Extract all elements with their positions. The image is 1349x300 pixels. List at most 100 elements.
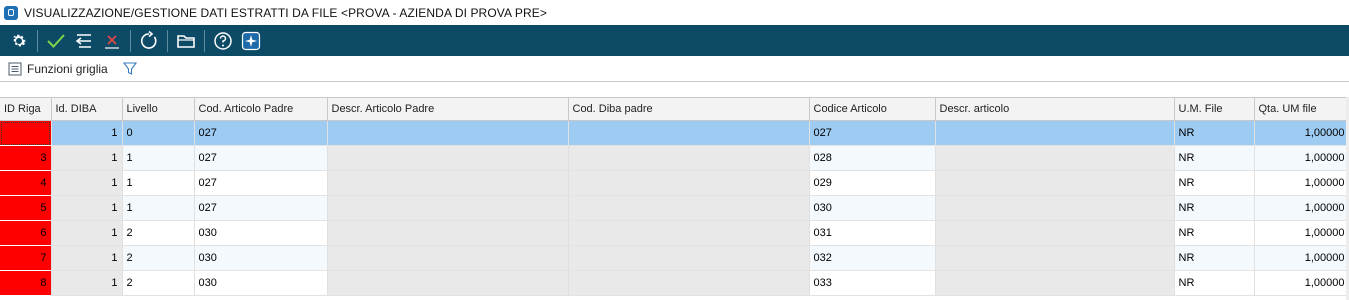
help-button[interactable] xyxy=(209,27,237,55)
qta-um-file-cell[interactable]: 1,00000 xyxy=(1254,220,1349,246)
cod-articolo-padre-cell[interactable]: 030 xyxy=(194,270,328,296)
column-header[interactable]: Descr. articolo xyxy=(935,97,1175,121)
grid-subbar: Funzioni griglia xyxy=(0,56,1349,82)
codice-articolo-cell[interactable]: 029 xyxy=(809,170,936,196)
id-riga-cell[interactable]: 8 xyxy=(0,270,52,296)
descr-articolo-padre-cell[interactable] xyxy=(327,220,569,246)
id-riga-cell[interactable]: 3 xyxy=(0,145,52,171)
id-diba-cell[interactable]: 1 xyxy=(51,195,123,221)
undo-list-button[interactable] xyxy=(70,27,98,55)
id-diba-cell[interactable]: 1 xyxy=(51,170,123,196)
um-file-cell[interactable]: NR xyxy=(1174,145,1255,171)
cod-articolo-padre-cell[interactable]: 027 xyxy=(194,145,328,171)
descr-articolo-padre-cell[interactable] xyxy=(327,195,569,221)
descr-articolo-padre-cell[interactable] xyxy=(327,170,569,196)
descr-articolo-cell[interactable] xyxy=(935,245,1175,271)
um-file-cell[interactable]: NR xyxy=(1174,170,1255,196)
codice-articolo-cell[interactable]: 033 xyxy=(809,270,936,296)
open-folder-button[interactable] xyxy=(172,27,200,55)
cod-diba-padre-cell[interactable] xyxy=(568,120,810,146)
cod-articolo-padre-cell[interactable]: 027 xyxy=(194,170,328,196)
descr-articolo-cell[interactable] xyxy=(935,145,1175,171)
column-header[interactable]: Id. DIBA xyxy=(51,97,123,121)
column-header[interactable]: Livello xyxy=(122,97,195,121)
cod-diba-padre-cell[interactable] xyxy=(568,170,810,196)
table-row[interactable]: 3 1 1 027 028 NR 1,00000 xyxy=(0,145,1349,171)
column-header[interactable]: Cod. Articolo Padre xyxy=(194,97,328,121)
refresh-icon xyxy=(141,30,157,49)
cod-diba-padre-cell[interactable] xyxy=(568,245,810,271)
codice-articolo-cell[interactable]: 027 xyxy=(809,120,936,146)
filter-button[interactable] xyxy=(122,61,143,77)
id-diba-cell[interactable]: 1 xyxy=(51,220,123,246)
column-header[interactable]: ID Riga xyxy=(0,97,52,121)
table-row[interactable]: 8 1 2 030 033 NR 1,00000 xyxy=(0,270,1349,296)
column-header[interactable]: Codice Articolo xyxy=(809,97,936,121)
livello-cell[interactable]: 2 xyxy=(122,270,195,296)
descr-articolo-cell[interactable] xyxy=(935,220,1175,246)
um-file-cell[interactable]: NR xyxy=(1174,120,1255,146)
id-riga-cell[interactable]: 7 xyxy=(0,245,52,271)
um-file-cell[interactable]: NR xyxy=(1174,270,1255,296)
column-header[interactable]: U.M. File xyxy=(1174,97,1255,121)
descr-articolo-cell[interactable] xyxy=(935,195,1175,221)
descr-articolo-padre-cell[interactable] xyxy=(327,120,569,146)
cod-diba-padre-cell[interactable] xyxy=(568,220,810,246)
qta-um-file-cell[interactable]: 1,00000 xyxy=(1254,245,1349,271)
id-diba-cell[interactable]: 1 xyxy=(51,270,123,296)
livello-cell[interactable]: 1 xyxy=(122,195,195,221)
confirm-button[interactable] xyxy=(42,27,70,55)
livello-cell[interactable]: 1 xyxy=(122,170,195,196)
id-riga-cell[interactable]: 4 xyxy=(0,170,52,196)
qta-um-file-cell[interactable]: 1,00000 xyxy=(1254,120,1349,146)
table-row[interactable]: 5 1 1 027 030 NR 1,00000 xyxy=(0,195,1349,221)
codice-articolo-cell[interactable]: 031 xyxy=(809,220,936,246)
table-row[interactable]: 6 1 2 030 031 NR 1,00000 xyxy=(0,220,1349,246)
um-file-cell[interactable]: NR xyxy=(1174,245,1255,271)
descr-articolo-cell[interactable] xyxy=(935,170,1175,196)
app-icon xyxy=(4,5,18,20)
id-riga-cell[interactable]: 5 xyxy=(0,195,52,221)
descr-articolo-padre-cell[interactable] xyxy=(327,270,569,296)
codice-articolo-cell[interactable]: 032 xyxy=(809,245,936,271)
cancel-button[interactable] xyxy=(98,27,126,55)
descr-articolo-padre-cell[interactable] xyxy=(327,245,569,271)
column-header[interactable]: Qta. UM file xyxy=(1254,97,1349,121)
settings-button[interactable] xyxy=(5,27,33,55)
grid-functions-button[interactable]: Funzioni griglia xyxy=(8,62,108,76)
qta-um-file-cell[interactable]: 1,00000 xyxy=(1254,270,1349,296)
qta-um-file-cell[interactable]: 1,00000 xyxy=(1254,195,1349,221)
livello-cell[interactable]: 2 xyxy=(122,245,195,271)
livello-cell[interactable]: 2 xyxy=(122,220,195,246)
qta-um-file-cell[interactable]: 1,00000 xyxy=(1254,145,1349,171)
id-diba-cell[interactable]: 1 xyxy=(51,245,123,271)
descr-articolo-cell[interactable] xyxy=(935,270,1175,296)
livello-cell[interactable]: 1 xyxy=(122,145,195,171)
cod-diba-padre-cell[interactable] xyxy=(568,195,810,221)
codice-articolo-cell[interactable]: 030 xyxy=(809,195,936,221)
column-header[interactable]: Cod. Diba padre xyxy=(568,97,810,121)
descr-articolo-cell[interactable] xyxy=(935,120,1175,146)
id-riga-cell[interactable]: 6 xyxy=(0,220,52,246)
um-file-cell[interactable]: NR xyxy=(1174,220,1255,246)
livello-cell[interactable]: 0 xyxy=(122,120,195,146)
qta-um-file-cell[interactable]: 1,00000 xyxy=(1254,170,1349,196)
um-file-cell[interactable]: NR xyxy=(1174,195,1255,221)
column-header[interactable]: Descr. Articolo Padre xyxy=(327,97,569,121)
cod-articolo-padre-cell[interactable]: 027 xyxy=(194,120,328,146)
table-row[interactable]: 4 1 1 027 029 NR 1,00000 xyxy=(0,170,1349,196)
cod-articolo-padre-cell[interactable]: 030 xyxy=(194,220,328,246)
cod-diba-padre-cell[interactable] xyxy=(568,270,810,296)
id-diba-cell[interactable]: 1 xyxy=(51,145,123,171)
table-row[interactable]: 1 0 027 027 NR 1,00000 xyxy=(0,120,1349,146)
assistant-button[interactable] xyxy=(237,27,265,55)
id-riga-cell[interactable] xyxy=(0,120,52,146)
id-diba-cell[interactable]: 1 xyxy=(51,120,123,146)
table-row[interactable]: 7 1 2 030 032 NR 1,00000 xyxy=(0,245,1349,271)
codice-articolo-cell[interactable]: 028 xyxy=(809,145,936,171)
cod-articolo-padre-cell[interactable]: 030 xyxy=(194,245,328,271)
refresh-button[interactable] xyxy=(135,27,163,55)
cod-diba-padre-cell[interactable] xyxy=(568,145,810,171)
cod-articolo-padre-cell[interactable]: 027 xyxy=(194,195,328,221)
descr-articolo-padre-cell[interactable] xyxy=(327,145,569,171)
